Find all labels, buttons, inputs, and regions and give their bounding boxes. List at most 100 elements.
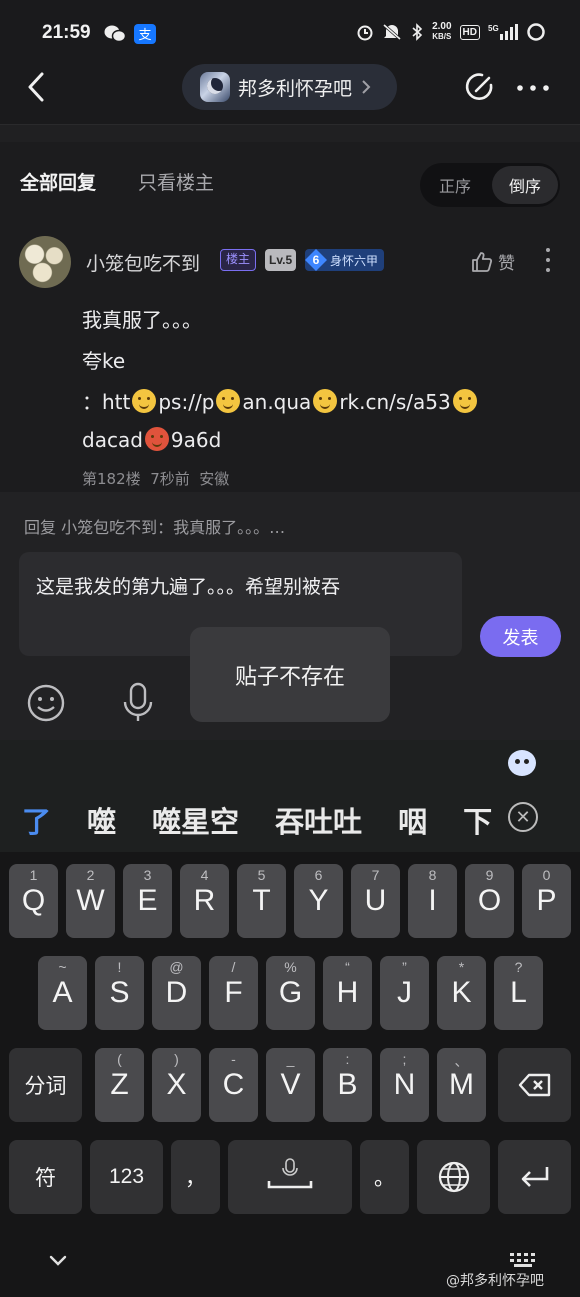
candidate-item[interactable]: 咽 xyxy=(380,799,445,841)
key-label: T xyxy=(252,884,271,917)
microphone-icon[interactable] xyxy=(120,681,156,723)
segment-key[interactable]: 分词 xyxy=(9,1048,82,1122)
post-more-icon[interactable] xyxy=(540,245,556,275)
more-icon[interactable] xyxy=(516,78,550,98)
key-secondary-label: 7 xyxy=(371,867,380,883)
key-label: 符 xyxy=(35,1166,56,1190)
key-e[interactable]: 3E xyxy=(123,864,172,938)
like-button[interactable]: 赞 xyxy=(470,249,515,274)
reply-target-hint: 回复 小笼包吃不到：我真服了。。。… xyxy=(24,518,286,537)
key-r[interactable]: 4R xyxy=(180,864,229,938)
key-t[interactable]: 5T xyxy=(237,864,286,938)
key-o[interactable]: 9O xyxy=(465,864,514,938)
order-desc-button[interactable]: 倒序 xyxy=(492,166,558,204)
key-p[interactable]: 0P xyxy=(522,864,571,938)
key-label: 。 xyxy=(374,1167,395,1190)
key-label: R xyxy=(193,884,216,917)
key-secondary-label: 0 xyxy=(542,867,551,883)
key-label: D xyxy=(165,976,188,1009)
key-y[interactable]: 6Y xyxy=(294,864,343,938)
key-label: C xyxy=(222,1068,245,1101)
key-label: F xyxy=(224,976,243,1009)
key-a[interactable]: ~ A xyxy=(38,956,87,1030)
key-x[interactable]: ) X xyxy=(152,1048,201,1122)
post-line: 夸ke xyxy=(82,349,126,373)
emoji-picker-icon[interactable] xyxy=(26,683,66,723)
level-badge: Lv.5 xyxy=(265,249,297,271)
space-mic-icon xyxy=(267,1158,313,1189)
key-secondary-label: * xyxy=(458,959,465,975)
forum-title-pill[interactable]: 邦多利怀孕吧 xyxy=(182,64,397,110)
send-button[interactable]: 发表 xyxy=(480,616,561,657)
key-j[interactable]: ” J xyxy=(380,956,429,1030)
like-label: 赞 xyxy=(498,254,515,274)
key-secondary-label: ! xyxy=(117,959,122,975)
key-secondary-label: 5 xyxy=(257,867,266,883)
key-label: H xyxy=(336,976,359,1009)
key-b[interactable]: :B xyxy=(323,1048,372,1122)
backspace-key[interactable] xyxy=(498,1048,571,1122)
avatar[interactable] xyxy=(19,236,71,288)
candidate-item[interactable]: 噬 xyxy=(69,799,134,841)
key-n[interactable]: ; N xyxy=(380,1048,429,1122)
section-divider xyxy=(0,124,580,142)
key-s[interactable]: ! S xyxy=(95,956,144,1030)
key-u[interactable]: 7U xyxy=(351,864,400,938)
key-c[interactable]: -C xyxy=(209,1048,258,1122)
tab-op-only[interactable]: 只看楼主 xyxy=(138,168,214,195)
space-key[interactable] xyxy=(228,1140,352,1214)
close-candidates-icon[interactable]: ✕ xyxy=(508,802,538,832)
reply-input-text[interactable]: 这是我发的第九遍了。。。希望别被吞 xyxy=(36,572,340,599)
status-indicators: 2.00 KB/S HD 5G xyxy=(356,22,546,42)
language-key[interactable] xyxy=(417,1140,490,1214)
key-label: M xyxy=(449,1068,474,1101)
key-secondary-label: ? xyxy=(514,959,523,975)
key-l[interactable]: ? L xyxy=(494,956,543,1030)
hide-keyboard-icon[interactable] xyxy=(46,1252,70,1270)
unamused-emoji-icon xyxy=(313,389,338,413)
key-g[interactable]: % G xyxy=(266,956,315,1030)
candidate-item[interactable]: 吞吐吐 xyxy=(257,799,380,841)
key-w[interactable]: 2W xyxy=(66,864,115,938)
post-line[interactable]: ：htt ps://p an.qua rk.cn/s/a53 xyxy=(82,386,479,415)
key-label: K xyxy=(451,976,472,1009)
key-q[interactable]: 1Q xyxy=(9,864,58,938)
key-v[interactable]: _ V xyxy=(266,1048,315,1122)
key-label: B xyxy=(337,1068,358,1101)
key-m[interactable]: 、 M xyxy=(437,1048,486,1122)
key-label: U xyxy=(364,884,387,917)
enter-key[interactable] xyxy=(498,1140,571,1214)
key-secondary-label: : xyxy=(345,1051,350,1067)
candidate-item[interactable]: 了 xyxy=(0,799,69,841)
key-label: S xyxy=(109,976,130,1009)
wechat-icon xyxy=(104,24,127,44)
candidate-item[interactable]: 噬星空 xyxy=(134,799,257,841)
rank-badge: 6 身怀六甲 xyxy=(305,249,385,271)
keyboard-switch-icon[interactable] xyxy=(508,1250,538,1268)
key-k[interactable]: * K xyxy=(437,956,486,1030)
key-f[interactable]: / F xyxy=(209,956,258,1030)
key-secondary-label: 9 xyxy=(485,867,494,883)
key-i[interactable]: 8I xyxy=(408,864,457,938)
key-label: J xyxy=(397,976,412,1009)
key-h[interactable]: “H xyxy=(323,956,372,1030)
order-asc-button[interactable]: 正序 xyxy=(420,163,490,207)
comma-key[interactable]: ， xyxy=(171,1140,220,1214)
username[interactable]: 小笼包吃不到 xyxy=(86,249,200,276)
signal-icon: 5G xyxy=(488,24,518,40)
watermark: @邦多利怀孕吧 xyxy=(446,1273,544,1289)
key-z[interactable]: (Z xyxy=(95,1048,144,1122)
period-key[interactable]: 。 xyxy=(360,1140,409,1214)
numbers-key[interactable]: 123 xyxy=(90,1140,163,1214)
symbols-key[interactable]: 符 xyxy=(9,1140,82,1214)
tab-all-replies[interactable]: 全部回复 xyxy=(20,168,96,195)
angry-emoji-icon xyxy=(144,427,169,451)
globe-icon xyxy=(438,1161,469,1193)
post-time: 7秒前 xyxy=(150,470,190,488)
floor-number: 第182楼 xyxy=(82,470,141,488)
keyboard-mascot-icon[interactable] xyxy=(508,750,536,776)
edit-icon[interactable] xyxy=(463,70,497,104)
back-icon[interactable] xyxy=(22,70,52,104)
key-d[interactable]: @ D xyxy=(152,956,201,1030)
candidate-list: 了 噬 噬星空 吞吐吐 咽 下 xyxy=(0,795,500,845)
